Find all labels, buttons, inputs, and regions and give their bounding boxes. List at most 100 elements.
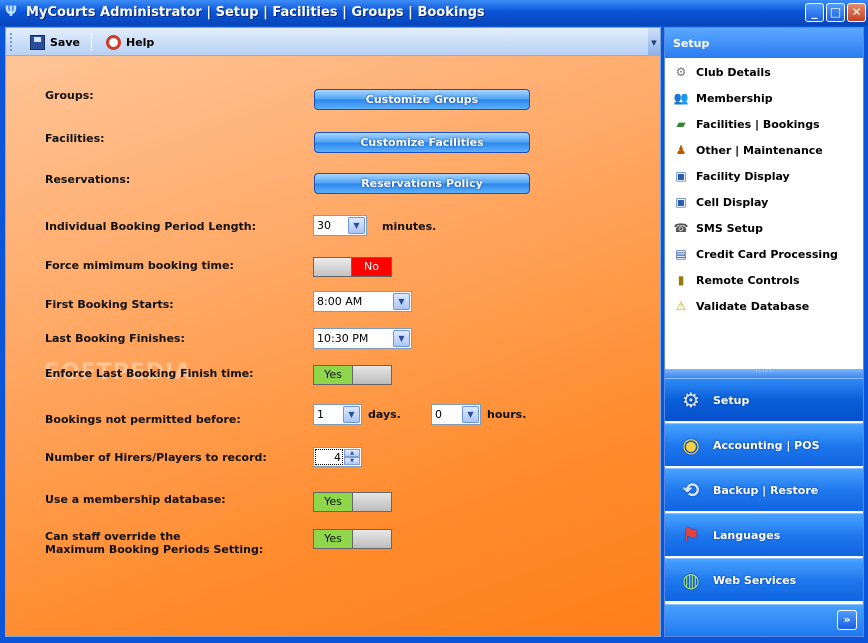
sidebar-item-sms-setup[interactable]: ☎ SMS Setup bbox=[673, 218, 763, 238]
groups-label: Groups: bbox=[45, 89, 94, 102]
card-icon: ▤ bbox=[675, 247, 687, 261]
force-min-toggle[interactable]: No bbox=[313, 257, 392, 277]
display-icon: ▣ bbox=[675, 169, 687, 183]
nav-web-services[interactable]: ◍ Web Services bbox=[665, 558, 863, 601]
sidebar-item-club-details[interactable]: ⚙ Club Details bbox=[673, 62, 771, 82]
first-booking-value: 8:00 AM bbox=[317, 295, 363, 308]
setup-panel: Save Help ▼ SOFTPEDIA Groups: Customize … bbox=[5, 27, 661, 637]
not-permitted-hours-value: 0 bbox=[435, 408, 442, 421]
maximize-button[interactable]: □ bbox=[826, 3, 845, 22]
customize-facilities-button[interactable]: Customize Facilities bbox=[314, 132, 530, 153]
nav-backup-restore[interactable]: ⟲ Backup | Restore bbox=[665, 468, 863, 511]
sidebar-item-label: SMS Setup bbox=[696, 221, 763, 235]
sidebar-item-label: Remote Controls bbox=[696, 273, 800, 287]
hirers-value: 4 bbox=[334, 451, 341, 464]
not-permitted-days-select[interactable]: 1 ▼ bbox=[313, 404, 362, 425]
sidebar-header: Setup bbox=[665, 28, 863, 58]
booking-period-select[interactable]: 30 ▼ bbox=[313, 215, 367, 236]
expand-chevron-icon[interactable]: » bbox=[837, 610, 857, 630]
people-icon: 👥 bbox=[673, 91, 689, 105]
nav-label: Accounting | POS bbox=[713, 438, 820, 452]
spinner-buttons[interactable]: ▲ ▼ bbox=[344, 449, 360, 465]
nav-setup[interactable]: ⚙ Setup bbox=[665, 378, 863, 421]
chevron-down-icon[interactable]: ▼ bbox=[462, 406, 479, 423]
nav-label: Backup | Restore bbox=[713, 483, 819, 497]
membership-db-toggle[interactable]: Yes bbox=[313, 492, 392, 512]
toggle-knob bbox=[353, 493, 391, 511]
membership-db-value: Yes bbox=[314, 493, 353, 511]
first-booking-select[interactable]: 8:00 AM ▼ bbox=[313, 291, 412, 312]
worker-icon: ♟ bbox=[675, 143, 687, 157]
sidebar-item-remote-controls[interactable]: ▮ Remote Controls bbox=[673, 270, 800, 290]
last-booking-select[interactable]: 10:30 PM ▼ bbox=[313, 328, 412, 349]
coins-icon: ◉ bbox=[682, 433, 700, 457]
sidebar-item-facility-display[interactable]: ▣ Facility Display bbox=[673, 166, 789, 186]
flags-icon: ⚑ bbox=[682, 523, 700, 547]
not-permitted-hours-select[interactable]: 0 ▼ bbox=[431, 404, 481, 425]
phone-icon: ☎ bbox=[673, 221, 689, 235]
override-value: Yes bbox=[314, 530, 353, 548]
membership-db-label: Use a membership database: bbox=[45, 493, 226, 506]
sidebar-item-facilities-bookings[interactable]: ▰ Facilities | Bookings bbox=[673, 114, 820, 134]
save-icon bbox=[30, 34, 45, 50]
toolbar-grip[interactable] bbox=[10, 33, 13, 51]
sidebar-item-label: Club Details bbox=[696, 65, 771, 79]
sidebar-splitter[interactable]: ····· bbox=[665, 368, 863, 378]
reservations-label: Reservations: bbox=[45, 173, 131, 186]
nav-accounting-pos[interactable]: ◉ Accounting | POS bbox=[665, 423, 863, 466]
sidebar-item-other-maintenance[interactable]: ♟ Other | Maintenance bbox=[673, 140, 823, 160]
chevron-down-icon[interactable]: ▼ bbox=[343, 406, 360, 423]
enforce-last-value: Yes bbox=[314, 366, 353, 384]
sidebar-item-label: Validate Database bbox=[696, 299, 810, 313]
close-button[interactable]: ✕ bbox=[847, 3, 866, 22]
help-button[interactable]: Help bbox=[106, 32, 154, 52]
nav-footer: » bbox=[665, 604, 863, 636]
toolbar-overflow-button[interactable]: ▼ bbox=[648, 28, 660, 55]
help-label: Help bbox=[126, 35, 155, 49]
booking-period-label: Individual Booking Period Length: bbox=[45, 220, 256, 233]
override-label-line1: Can staff override the bbox=[45, 530, 181, 543]
customize-groups-button[interactable]: Customize Groups bbox=[314, 89, 530, 110]
app-logo-icon: Ψ bbox=[5, 4, 17, 20]
last-booking-label: Last Booking Finishes: bbox=[45, 332, 185, 345]
chevron-down-icon[interactable]: ▼ bbox=[348, 217, 365, 234]
chevron-down-icon[interactable]: ▼ bbox=[393, 330, 410, 347]
chevron-down-icon[interactable]: ▼ bbox=[393, 293, 410, 310]
spin-down-icon[interactable]: ▼ bbox=[344, 457, 360, 465]
spin-up-icon[interactable]: ▲ bbox=[344, 449, 360, 457]
title-bar: Ψ MyCourts Administrator | Setup | Facil… bbox=[0, 0, 868, 26]
enforce-last-toggle[interactable]: Yes bbox=[313, 365, 392, 385]
save-button[interactable]: Save bbox=[30, 32, 80, 52]
booking-period-value: 30 bbox=[317, 219, 331, 232]
sidebar-item-cell-display[interactable]: ▣ Cell Display bbox=[673, 192, 768, 212]
app-window: Ψ MyCourts Administrator | Setup | Facil… bbox=[0, 0, 868, 643]
backup-icon: ⟲ bbox=[682, 478, 700, 502]
last-booking-value: 10:30 PM bbox=[317, 332, 369, 345]
globe-icon: ◍ bbox=[682, 568, 700, 592]
sidebar-item-label: Other | Maintenance bbox=[696, 143, 823, 157]
sidebar-item-validate-database[interactable]: ⚠ Validate Database bbox=[673, 296, 810, 316]
sidebar: Setup ⚙ Club Details 👥 Membership ▰ Faci… bbox=[664, 27, 864, 637]
reservations-policy-button[interactable]: Reservations Policy bbox=[314, 173, 530, 194]
toolbar: Save Help ▼ bbox=[6, 28, 660, 56]
remote-icon: ▮ bbox=[677, 273, 685, 287]
override-toggle[interactable]: Yes bbox=[313, 529, 392, 549]
hirers-spinner[interactable]: 4 ▲ ▼ bbox=[313, 447, 362, 467]
setup-icon: ⚙ bbox=[682, 388, 700, 412]
sidebar-item-label: Facilities | Bookings bbox=[696, 117, 820, 131]
toolbar-separator bbox=[91, 33, 92, 51]
nav-label: Web Services bbox=[713, 573, 797, 587]
window-title: MyCourts Administrator | Setup | Facilit… bbox=[26, 5, 485, 20]
sidebar-item-membership[interactable]: 👥 Membership bbox=[673, 88, 773, 108]
help-icon bbox=[106, 34, 121, 50]
sidebar-item-label: Cell Display bbox=[696, 195, 769, 209]
hirers-label: Number of Hirers/Players to record: bbox=[45, 451, 267, 464]
nav-languages[interactable]: ⚑ Languages bbox=[665, 513, 863, 556]
club-icon: ⚙ bbox=[675, 65, 687, 79]
sidebar-item-label: Membership bbox=[696, 91, 773, 105]
not-permitted-days-value: 1 bbox=[317, 408, 324, 421]
force-min-value: No bbox=[352, 258, 391, 276]
sidebar-item-credit-card[interactable]: ▤ Credit Card Processing bbox=[673, 244, 838, 264]
minimize-button[interactable]: _ bbox=[805, 3, 824, 22]
save-label: Save bbox=[50, 35, 80, 49]
